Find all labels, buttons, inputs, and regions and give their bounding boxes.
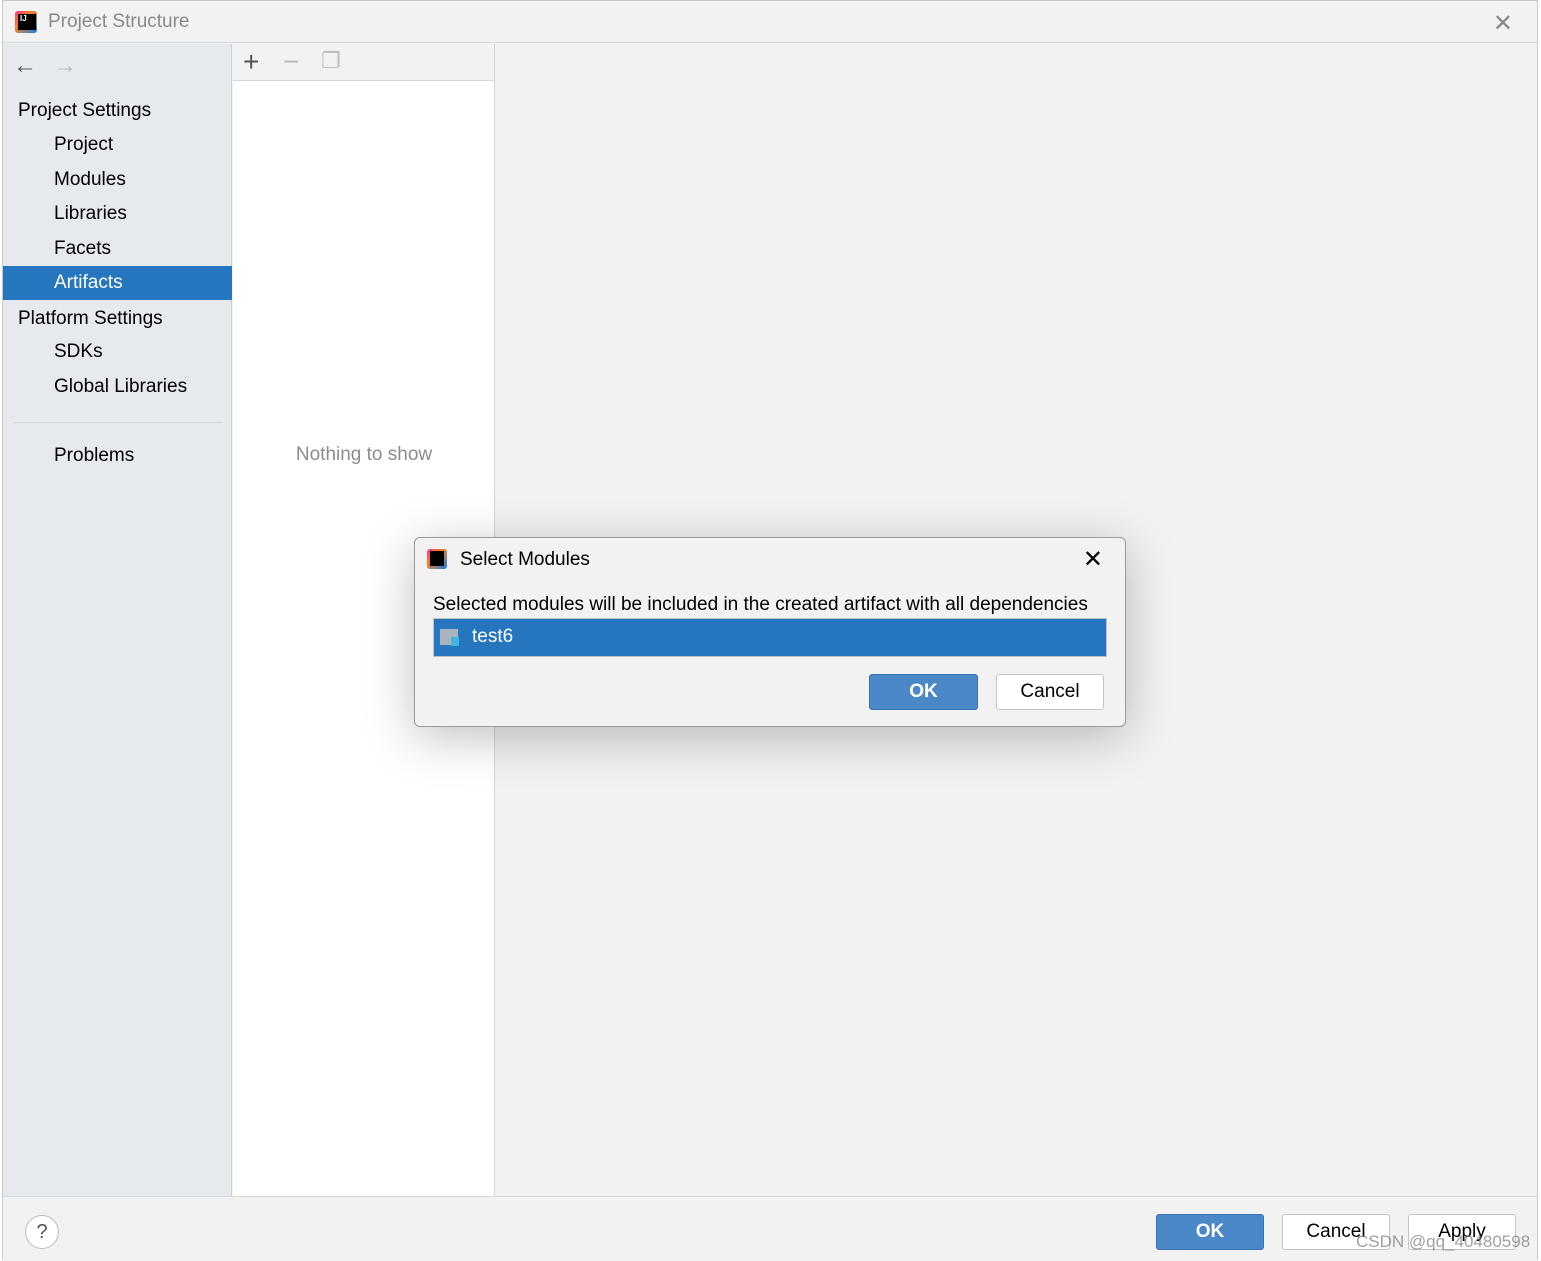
dialog-message: Selected modules will be included in the… xyxy=(433,594,1088,615)
ok-button[interactable]: OK xyxy=(1156,1214,1264,1250)
help-button[interactable]: ? xyxy=(25,1215,59,1249)
add-icon[interactable]: + xyxy=(243,46,259,78)
sidebar-item-modules[interactable]: Modules xyxy=(3,163,232,197)
module-name: test6 xyxy=(472,626,514,647)
title-bar: Project Structure ✕ xyxy=(3,1,1537,43)
intellij-app-icon xyxy=(427,549,447,569)
footer: ? OK Cancel Apply xyxy=(3,1196,1537,1261)
artifacts-toolbar: + − ❐ xyxy=(233,44,494,81)
dialog-ok-button[interactable]: OK xyxy=(869,674,978,710)
window-title: Project Structure xyxy=(48,11,190,32)
dialog-title: Select Modules xyxy=(460,549,590,570)
divider xyxy=(13,422,223,423)
sidebar: ← → Project Settings Project Modules Lib… xyxy=(3,44,232,1196)
sidebar-item-project[interactable]: Project xyxy=(3,128,232,162)
back-arrow-icon[interactable]: ← xyxy=(13,52,37,80)
intellij-app-icon xyxy=(15,11,37,33)
sidebar-item-artifacts[interactable]: Artifacts xyxy=(3,266,232,300)
sidebar-item-libraries[interactable]: Libraries xyxy=(3,197,232,231)
select-modules-dialog: Select Modules ✕ Selected modules will b… xyxy=(414,537,1126,727)
module-folder-icon xyxy=(440,629,459,646)
remove-icon[interactable]: − xyxy=(283,46,299,78)
close-icon[interactable]: ✕ xyxy=(1083,545,1103,574)
sidebar-item-problems[interactable]: Problems xyxy=(3,439,232,473)
module-list-item[interactable]: test6 xyxy=(433,618,1107,657)
watermark: CSDN @qq_40480598 xyxy=(1356,1232,1531,1251)
section-platform-settings: Platform Settings xyxy=(18,308,163,329)
dialog-cancel-button[interactable]: Cancel xyxy=(996,674,1104,710)
empty-state-text: Nothing to show xyxy=(295,444,433,465)
close-icon[interactable]: ✕ xyxy=(1493,9,1513,38)
copy-icon[interactable]: ❐ xyxy=(321,48,341,74)
section-project-settings: Project Settings xyxy=(18,100,152,121)
forward-arrow-icon[interactable]: → xyxy=(53,52,77,80)
sidebar-item-facets[interactable]: Facets xyxy=(3,232,232,266)
sidebar-item-sdks[interactable]: SDKs xyxy=(3,335,232,369)
sidebar-item-global-libraries[interactable]: Global Libraries xyxy=(3,370,232,404)
